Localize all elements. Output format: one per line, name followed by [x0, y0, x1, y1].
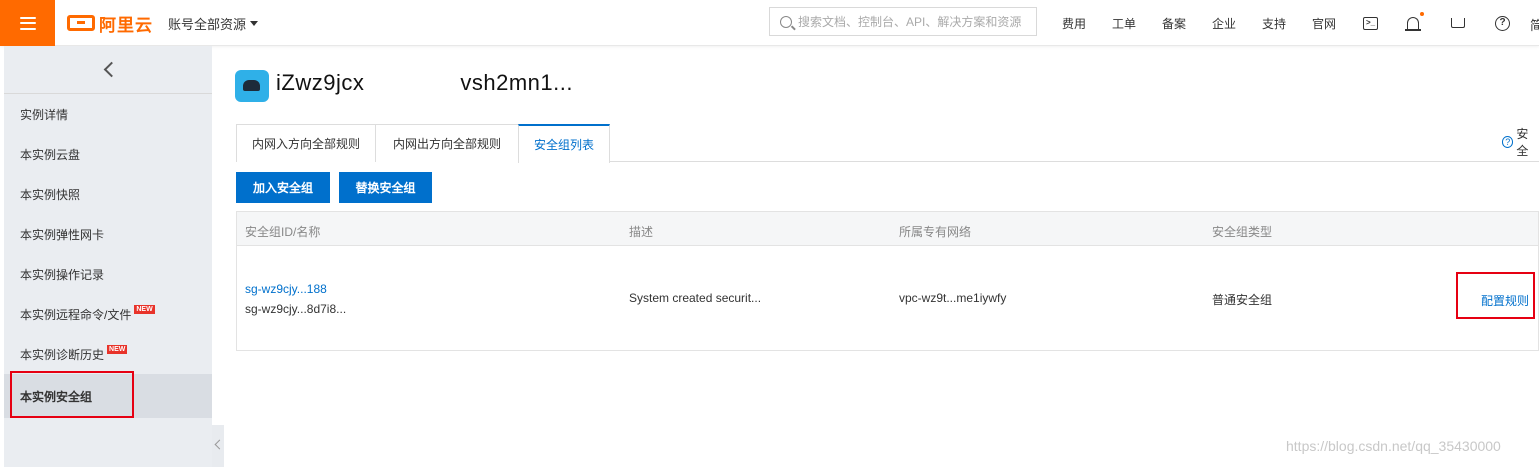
chevron-left-icon: [103, 61, 119, 78]
tab-label: 安全组列表: [533, 138, 594, 152]
ecs-instance-icon: [235, 70, 269, 102]
logo-icon: [67, 15, 95, 31]
sidebar-item-disks[interactable]: 本实例云盘: [4, 134, 212, 174]
terminal-icon: >_: [1363, 16, 1378, 30]
sidebar-item-diagnosis-history[interactable]: 本实例诊断历史 NEW: [4, 334, 212, 374]
cart-icon: [1451, 18, 1465, 28]
nav-support[interactable]: 支持: [1262, 15, 1312, 32]
sidebar-item-enis[interactable]: 本实例弹性网卡: [4, 214, 212, 254]
top-navbar: 阿里云 账号全部资源 费用 工单 备案 企业 支持 官网 >_ ? 简: [0, 0, 1539, 46]
aliyun-logo[interactable]: 阿里云: [67, 12, 153, 35]
top-nav-icons: >_ ?: [1363, 12, 1539, 34]
instance-title-end: vsh2mn1...: [460, 70, 573, 95]
column-header-type: 安全组类型: [1212, 225, 1273, 239]
tab-inbound-rules[interactable]: 内网入方向全部规则: [236, 124, 376, 162]
security-group-id-link[interactable]: sg-wz9cjy...188: [245, 282, 327, 296]
account-resource-dropdown[interactable]: 账号全部资源: [168, 14, 259, 33]
sidebar-item-label: 本实例诊断历史: [20, 347, 105, 362]
terminal-button[interactable]: >_: [1363, 12, 1407, 34]
watermark-text: https://blog.csdn.net/qq_35430000: [1286, 438, 1501, 454]
back-button[interactable]: [4, 46, 212, 94]
tab-security-group-list[interactable]: 安全组列表: [518, 124, 610, 163]
security-group-description: System created securit...: [629, 291, 762, 305]
notification-dot: [1420, 12, 1424, 16]
redaction-mask: [364, 74, 461, 95]
replace-security-group-button[interactable]: 替换安全组: [339, 172, 432, 203]
help-icon: ?: [1495, 15, 1510, 31]
sidebar-item-instance-details[interactable]: 实例详情: [4, 94, 212, 134]
search-icon: [780, 15, 792, 28]
sidebar-item-snapshots[interactable]: 本实例快照: [4, 174, 212, 214]
search-box[interactable]: [769, 7, 1037, 36]
sidebar-collapse-handle[interactable]: [212, 425, 224, 467]
help-link-label: 安全: [1516, 127, 1529, 158]
sidebar-item-label: 本实例弹性网卡: [20, 227, 105, 242]
column-header-vpc: 所属专有网络: [899, 225, 972, 239]
sidebar-item-label: 实例详情: [20, 107, 69, 122]
table-header: 安全组ID/名称 描述 所属专有网络 安全组类型: [237, 212, 1538, 246]
question-circle-icon: ?: [1502, 136, 1514, 148]
search-input[interactable]: [798, 14, 1028, 29]
language-switch[interactable]: 简: [1530, 15, 1539, 34]
sidebar-item-label: 本实例远程命令/文件: [20, 307, 132, 322]
vpc-id: vpc-wz9t...me1iywfy: [899, 291, 1007, 305]
tab-label: 内网入方向全部规则: [251, 137, 360, 151]
instance-title: iZwz9jcx vsh2mn1...: [276, 70, 573, 96]
caret-down-icon: [250, 21, 259, 26]
account-label: 账号全部资源: [168, 17, 247, 32]
nav-enterprise[interactable]: 企业: [1212, 15, 1262, 32]
tab-label: 内网出方向全部规则: [392, 137, 501, 151]
menu-button[interactable]: [0, 0, 55, 46]
cart-button[interactable]: [1451, 12, 1495, 34]
add-security-group-button[interactable]: 加入安全组: [236, 172, 330, 203]
security-group-type: 普通安全组: [1212, 293, 1273, 307]
nav-tickets[interactable]: 工单: [1112, 15, 1162, 32]
notification-button[interactable]: [1405, 12, 1451, 34]
top-nav-links: 费用 工单 备案 企业 支持 官网: [1062, 15, 1362, 32]
security-group-table: 安全组ID/名称 描述 所属专有网络 安全组类型 sg-wz9cjy...188…: [236, 211, 1539, 351]
highlight-box-sidebar: [10, 371, 134, 418]
sidebar-item-label: 本实例云盘: [20, 147, 81, 162]
sidebar-item-label: 本实例快照: [20, 187, 81, 202]
sidebar-item-label: 本实例操作记录: [20, 267, 105, 282]
security-group-name: sg-wz9cjy...8d7i8...: [245, 302, 347, 316]
nav-fees[interactable]: 费用: [1062, 15, 1112, 32]
highlight-box-configure-rules: [1456, 272, 1535, 319]
instance-title-start: iZwz9jcx: [276, 70, 365, 95]
column-header-description: 描述: [629, 225, 654, 239]
hamburger-icon: [19, 16, 36, 30]
nav-official-site[interactable]: 官网: [1312, 15, 1362, 32]
tab-outbound-rules[interactable]: 内网出方向全部规则: [375, 124, 519, 162]
security-group-help-link[interactable]: ? 安全: [1502, 125, 1539, 159]
nav-icp[interactable]: 备案: [1162, 15, 1212, 32]
sidebar-item-remote-commands[interactable]: 本实例远程命令/文件 NEW: [4, 294, 212, 334]
sidebar-item-operation-log[interactable]: 本实例操作记录: [4, 254, 212, 294]
logo-text: 阿里云: [99, 15, 153, 35]
table-row: sg-wz9cjy...188 sg-wz9cjy...8d7i8... Sys…: [237, 246, 1538, 350]
column-header-id-name: 安全组ID/名称: [245, 225, 321, 239]
bell-icon: [1405, 17, 1421, 31]
new-badge: NEW: [107, 344, 128, 354]
new-badge: NEW: [134, 304, 155, 314]
